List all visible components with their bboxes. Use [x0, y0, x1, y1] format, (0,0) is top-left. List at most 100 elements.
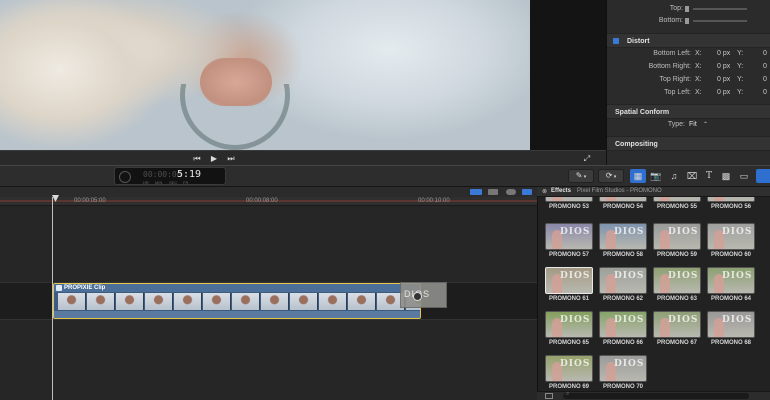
- thumbnail-figure: [660, 197, 670, 201]
- y-value[interactable]: 0: [763, 48, 767, 60]
- search-icon: ⌕: [566, 391, 570, 397]
- music-browser-button[interactable]: ♫: [666, 169, 682, 183]
- timecode-value: 5:19: [177, 169, 202, 180]
- effect-label[interactable]: PROMONO 58: [595, 252, 651, 258]
- filmstrip-frame: [87, 293, 115, 310]
- effect-thumbnail[interactable]: DIOS: [707, 267, 755, 294]
- camera-icon: 📷: [650, 171, 662, 181]
- tool-select-button[interactable]: ✎ ▾: [568, 169, 594, 183]
- effect-thumbnail[interactable]: DIOS: [707, 311, 755, 338]
- crop-top-slider[interactable]: [693, 8, 747, 10]
- retime-button[interactable]: ⟳ ▾: [598, 169, 624, 183]
- timeline-clip[interactable]: PROPIXIE Clip: [53, 283, 421, 319]
- thumbnail-watermark: DIOS: [722, 271, 753, 281]
- next-frame-button[interactable]: ⏭: [224, 153, 238, 164]
- y-value[interactable]: 0: [763, 61, 767, 73]
- distort-section-header[interactable]: Distort: [607, 33, 770, 48]
- solo-icon[interactable]: [488, 189, 498, 195]
- x-value[interactable]: 0 px: [717, 48, 730, 60]
- effect-thumbnail[interactable]: DIOS: [653, 197, 701, 202]
- effect-thumbnail[interactable]: DIOS: [707, 197, 755, 202]
- effect-thumbnail[interactable]: DIOS: [599, 197, 647, 202]
- compositing-section-header[interactable]: Compositing: [607, 136, 770, 151]
- effect-label[interactable]: PROMONO 61: [541, 296, 597, 302]
- effects-grid: DIOSPROMONO 53DIOSPROMONO 54DIOSPROMONO …: [537, 197, 770, 391]
- lock-icon: [685, 6, 689, 12]
- timecode-unit: HR: [143, 180, 149, 185]
- crop-bottom-slider[interactable]: [693, 20, 747, 22]
- partial-toolbar-button[interactable]: [756, 169, 770, 183]
- effect-thumbnail[interactable]: DIOS: [599, 267, 647, 294]
- effect-label[interactable]: PROMONO 60: [703, 252, 759, 258]
- spatial-conform-type-row: Type: Fit ⌃: [607, 119, 770, 131]
- y-value[interactable]: 0: [763, 74, 767, 86]
- effect-thumbnail[interactable]: DIOS: [545, 197, 593, 202]
- effect-thumbnail[interactable]: DIOS: [707, 223, 755, 250]
- play-button[interactable]: ▶: [207, 153, 221, 164]
- timecode-display[interactable]: 00:00:00 5:19 HR MIN SEC FR: [114, 167, 226, 185]
- effect-label[interactable]: PROMONO 57: [541, 252, 597, 258]
- thumbnail-figure: [552, 197, 562, 201]
- generators-browser-button[interactable]: ▩: [718, 169, 734, 183]
- effects-search-input[interactable]: ⌕: [563, 391, 749, 399]
- x-label: X:: [695, 63, 702, 70]
- thumbnail-figure: [606, 197, 616, 201]
- themes-browser-button[interactable]: ▭: [736, 169, 752, 183]
- effect-label[interactable]: PROMONO 67: [649, 340, 705, 346]
- browser-sidebar-icon[interactable]: [545, 393, 553, 399]
- effect-label[interactable]: PROMONO 54: [595, 204, 651, 210]
- spatial-conform-section-header[interactable]: Spatial Conform: [607, 104, 770, 119]
- effect-label[interactable]: PROMONO 69: [541, 384, 597, 390]
- y-label: Y:: [737, 89, 744, 96]
- thumbnail-figure: [714, 197, 724, 201]
- effect-thumbnail[interactable]: DIOS: [545, 267, 593, 294]
- effect-thumbnail[interactable]: DIOS: [545, 311, 593, 338]
- effect-thumbnail[interactable]: DIOS: [545, 355, 593, 382]
- x-value[interactable]: 0 px: [717, 87, 730, 99]
- y-value[interactable]: 0: [763, 87, 767, 99]
- fullscreen-button[interactable]: ⤢: [580, 153, 594, 164]
- skimming-icon[interactable]: [522, 189, 532, 195]
- effect-label[interactable]: PROMONO 59: [649, 252, 705, 258]
- disclosure-icon[interactable]: ⊗: [542, 188, 547, 195]
- effect-label[interactable]: PROMONO 66: [595, 340, 651, 346]
- effect-thumbnail[interactable]: DIOS: [653, 311, 701, 338]
- effect-label[interactable]: PROMONO 56: [703, 204, 759, 210]
- transitions-icon: ⌧: [686, 171, 698, 181]
- effect-thumbnail[interactable]: DIOS: [599, 223, 647, 250]
- effect-thumbnail[interactable]: DIOS: [545, 223, 593, 250]
- viewer-video-frame[interactable]: [0, 0, 530, 150]
- thumbnail-watermark: DIOS: [722, 227, 753, 237]
- effect-thumbnail[interactable]: DIOS: [599, 355, 647, 382]
- effect-thumbnail[interactable]: DIOS: [599, 311, 647, 338]
- type-select[interactable]: Fit: [689, 119, 697, 131]
- x-label: X:: [695, 89, 702, 96]
- effects-browser-button[interactable]: ▦: [630, 169, 646, 183]
- generators-icon: ▩: [721, 171, 731, 181]
- distort-enable-checkbox[interactable]: [613, 38, 619, 44]
- x-value[interactable]: 0 px: [717, 61, 730, 73]
- effect-label[interactable]: PROMONO 62: [595, 296, 651, 302]
- effect-label[interactable]: PROMONO 64: [703, 296, 759, 302]
- effect-thumbnail[interactable]: DIOS: [653, 267, 701, 294]
- effect-thumbnail[interactable]: DIOS: [653, 223, 701, 250]
- audio-skimming-icon[interactable]: [470, 189, 482, 195]
- photos-browser-button[interactable]: 📷: [648, 169, 664, 183]
- effect-label[interactable]: PROMONO 63: [649, 296, 705, 302]
- snapping-icon[interactable]: [506, 189, 516, 195]
- y-label: Y:: [737, 50, 744, 57]
- effect-label[interactable]: PROMONO 55: [649, 204, 705, 210]
- x-value[interactable]: 0 px: [717, 74, 730, 86]
- effects-category: Pixel Film Studios - PROMONO: [577, 188, 662, 194]
- effect-label[interactable]: PROMONO 70: [595, 384, 651, 390]
- transitions-browser-button[interactable]: ⌧: [684, 169, 700, 183]
- playhead[interactable]: [52, 197, 53, 400]
- previous-frame-button[interactable]: ⏮: [190, 153, 204, 164]
- filmstrip-frame: [145, 293, 173, 310]
- effect-label[interactable]: PROMONO 65: [541, 340, 597, 346]
- crop-bottom-label: Bottom:: [658, 17, 683, 24]
- titles-browser-button[interactable]: T: [701, 169, 717, 183]
- effect-label[interactable]: PROMONO 53: [541, 204, 597, 210]
- timecode-unit: SEC: [169, 180, 178, 185]
- effect-label[interactable]: PROMONO 68: [703, 340, 759, 346]
